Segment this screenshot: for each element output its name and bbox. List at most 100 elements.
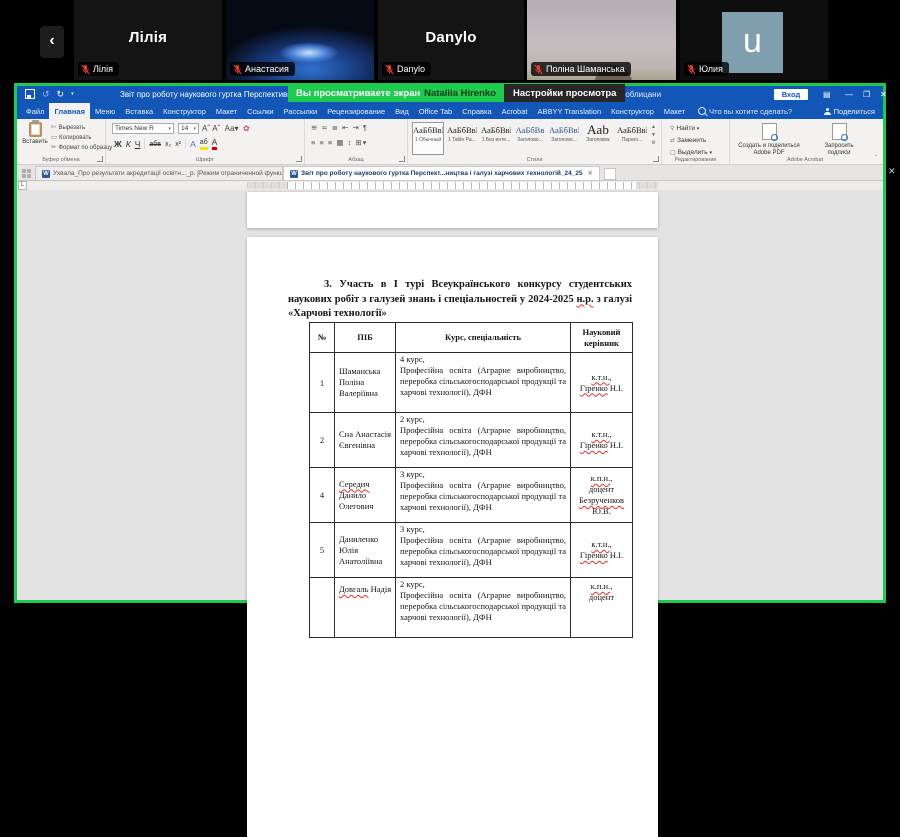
tab-selector-icon[interactable]: L — [18, 181, 27, 190]
horizontal-ruler[interactable]: L — [17, 181, 883, 190]
ribbon-tab-10[interactable]: Вид — [390, 103, 414, 119]
participant-tile-yuliia[interactable]: u Юлия — [680, 0, 828, 80]
redo-icon[interactable]: ↻ — [57, 90, 65, 99]
format-painter-button[interactable]: ✏Формат по образцу — [51, 143, 112, 153]
bold-button[interactable]: Ж — [114, 139, 122, 149]
participant-tile-polina[interactable]: Поліна Шаманська — [527, 0, 676, 80]
table-cell: 2 — [310, 413, 335, 468]
paste-icon — [29, 122, 42, 137]
ribbon-tab-9[interactable]: Рецензирование — [322, 103, 390, 119]
dialog-launcher-icon[interactable] — [653, 156, 659, 162]
tab-list-icon[interactable] — [22, 169, 31, 178]
ribbon-tab-4[interactable]: Вставка — [120, 103, 158, 119]
alignment-icons[interactable]: ≡ ≡ ≡ ▦ ↕ ⊞▾ — [311, 138, 367, 147]
ribbon-tab-7[interactable]: Ссылки — [242, 103, 278, 119]
dialog-launcher-icon[interactable] — [97, 156, 103, 162]
strikethrough-button[interactable]: абв — [149, 141, 161, 148]
close-tab-icon[interactable]: ✕ — [588, 170, 593, 177]
style-card-5[interactable]: АаБбВвГЗаголово... — [548, 122, 580, 155]
style-card-2[interactable]: АаБбВвГ1 Table Pa... — [446, 122, 478, 155]
style-card-6[interactable]: АabЗаголовок — [582, 122, 614, 155]
close-icon[interactable]: ✕ — [888, 166, 896, 177]
grow-shrink-font-icons[interactable]: Аˆ Аˇ Аа▾ ✿ — [202, 124, 250, 133]
font-color-button[interactable]: А — [212, 138, 218, 150]
dialog-launcher-icon[interactable] — [399, 156, 405, 162]
clipboard-group: Вставить ✄Вырезать ▭Копировать ✏Формат п… — [17, 119, 106, 164]
table-header-cell: № — [310, 323, 335, 353]
table-cell: Середич Данило Олегович — [335, 468, 396, 523]
close-window-icon[interactable]: ✕ — [880, 90, 887, 99]
participant-tile-liliia[interactable]: Лілія Лілія — [74, 0, 222, 80]
ribbon-tab-15[interactable]: Конструктор — [606, 103, 659, 119]
tell-me-box[interactable]: Что вы хотите сделать? — [698, 103, 792, 119]
styles-scroll-icons[interactable]: ▲▼⚙ — [649, 123, 658, 147]
subscript-button[interactable]: х₂ — [165, 141, 171, 148]
document-tab-2[interactable]: WЗвіт про роботу наукового гуртка Перспе… — [283, 166, 600, 180]
font-group: Times New R▾ 14▾ Аˆ Аˇ Аа▾ ✿ Ж К Ч абв х… — [106, 119, 305, 164]
participant-tile-anastasiia[interactable]: Анастасия — [226, 0, 374, 80]
paragraph-group: ≌ ≍ ≣ ⇤ ⇥ ¶ ≡ ≡ ≡ ▦ ↕ ⊞▾ Абзац — [305, 119, 408, 164]
previous-participants-button[interactable]: ‹ — [40, 26, 64, 58]
ribbon-tab-2[interactable]: Главная — [49, 103, 90, 119]
style-card-1[interactable]: АаБбВвГг1 Обычный — [412, 122, 444, 155]
style-card-4[interactable]: АаБбВвЗаголово... — [514, 122, 546, 155]
create-pdf-button[interactable]: Создать и поделиться Adobe PDF — [734, 121, 804, 157]
view-options-button[interactable]: Настройки просмотра — [504, 84, 625, 102]
save-icon[interactable] — [25, 89, 35, 99]
table-cell: к.т.н.,Гіренко Н.І. — [571, 353, 633, 413]
mic-off-icon — [81, 64, 90, 75]
cut-button[interactable]: ✄Вырезать — [51, 123, 112, 133]
ribbon-tab-16[interactable]: Макет — [659, 103, 690, 119]
restore-icon[interactable]: ❐ — [863, 90, 870, 99]
mic-off-icon — [687, 64, 696, 75]
table-header-cell: Науковий керівник — [571, 323, 633, 353]
table-cell: к.т.н.,Гіренко Н.І. — [571, 413, 633, 468]
quick-access-toolbar: ↺ ↻ ▾ — [25, 89, 74, 99]
table-cell: 5 — [310, 523, 335, 578]
word-window: ↺ ↻ ▾ Звіт про роботу наукового гуртка П… — [17, 86, 883, 600]
ribbon-tab-5[interactable]: Конструктор — [158, 103, 211, 119]
ribbon-tab-13[interactable]: Acrobat — [497, 103, 533, 119]
font-size-combo[interactable]: 14▾ — [178, 123, 199, 134]
signin-button[interactable]: Вход — [774, 89, 808, 100]
superscript-button[interactable]: х² — [175, 141, 181, 148]
participant-tile-danylo[interactable]: Danylo Danylo — [378, 0, 524, 80]
find-button[interactable]: ⚲Найти ▾ — [670, 123, 712, 135]
table-cell: Шаманська Поліна Валеріївна — [335, 353, 396, 413]
text-effects-button[interactable]: А — [190, 139, 196, 149]
highlight-color-button[interactable]: аб — [200, 139, 208, 150]
page-current[interactable]: 3. Участь в І турі Всеукраїнського конку… — [247, 237, 658, 837]
style-card-3[interactable]: АаБбВвГг1 Без инте... — [480, 122, 512, 155]
ribbon-tab-6[interactable]: Макет — [211, 103, 242, 119]
collapse-ribbon-icon[interactable]: ˆ — [875, 156, 877, 162]
paste-button[interactable]: Вставить — [21, 122, 49, 156]
copy-button[interactable]: ▭Копировать — [51, 133, 112, 143]
ribbon-tab-3[interactable]: Меню — [90, 103, 120, 119]
ribbon-tab-strip: ФайлГлавнаяМенюВставкаКонструкторМакетСс… — [17, 103, 883, 119]
presenter-name: Nataliia Hirenko — [424, 88, 496, 99]
dialog-launcher-icon[interactable] — [296, 156, 302, 162]
ribbon-tab-8[interactable]: Рассылки — [279, 103, 323, 119]
request-signatures-button[interactable]: Запросить подписи — [804, 121, 874, 157]
participant-name: Лілія — [74, 29, 222, 46]
group-label: Шрифт — [106, 157, 304, 163]
group-label: Adobe Acrobat — [730, 157, 880, 163]
italic-button[interactable]: К — [126, 139, 131, 149]
table-cell: 2 курс,Професійна освіта (Аграрне виробн… — [396, 413, 571, 468]
ribbon-tab-11[interactable]: Office Tab — [414, 103, 458, 119]
style-card-7[interactable]: АаБбВвГПараго... — [616, 122, 648, 155]
underline-button[interactable]: Ч — [135, 139, 141, 149]
qat-customize-icon[interactable]: ▾ — [71, 90, 74, 99]
minimize-icon[interactable]: — — [845, 90, 853, 99]
ribbon-tab-1[interactable]: Файл — [21, 103, 49, 119]
new-document-tab-button[interactable] — [604, 168, 616, 180]
list-and-indent-icons[interactable]: ≌ ≍ ≣ ⇤ ⇥ ¶ — [311, 123, 368, 132]
undo-icon[interactable]: ↺ — [42, 90, 50, 99]
font-name-combo[interactable]: Times New R▾ — [112, 123, 174, 134]
ribbon-display-options-icon[interactable]: ▤ — [823, 90, 831, 99]
ribbon-tab-14[interactable]: ABBYY Translation — [533, 103, 607, 119]
ribbon-tab-12[interactable]: Справка — [457, 103, 496, 119]
document-tab-1[interactable]: WУхвала_Про результати акредитації освіт… — [35, 166, 283, 180]
replace-button[interactable]: ⇄Заменить — [670, 135, 712, 147]
share-button[interactable]: Поделиться — [824, 103, 875, 119]
